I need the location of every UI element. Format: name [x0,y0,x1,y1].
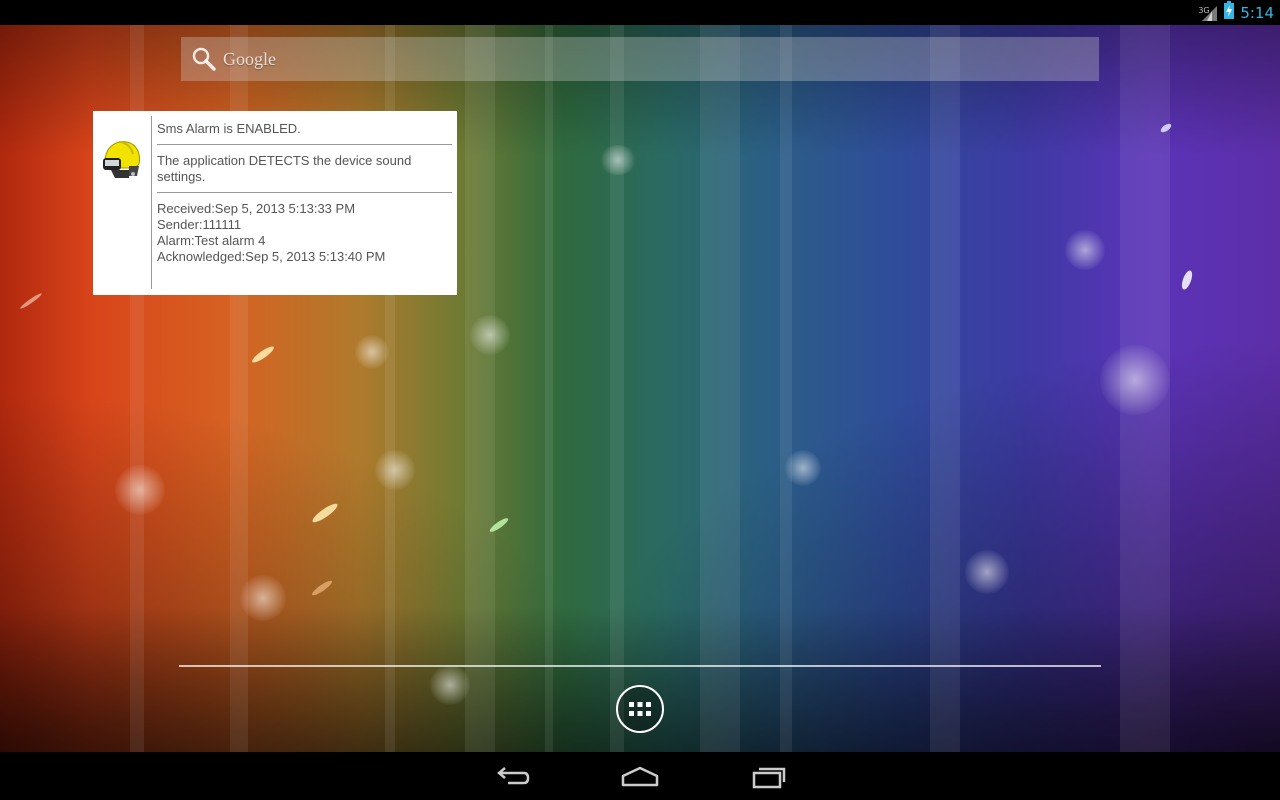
divider [157,144,452,145]
alarm-name-text: Alarm:Test alarm 4 [157,233,266,248]
back-button[interactable] [484,760,540,794]
divider [157,192,452,193]
alarm-status-text: Sms Alarm is ENABLED. [157,121,301,136]
acknowledged-text: Acknowledged:Sep 5, 2013 5:13:40 PM [157,249,386,264]
recent-apps-button[interactable] [741,760,797,794]
recent-apps-icon [752,767,786,789]
back-icon [497,767,530,785]
sms-alarm-widget[interactable]: Sms Alarm is ENABLED. The application DE… [93,111,457,295]
clock: 5:14 [1240,3,1274,22]
battery-charging-icon [1224,1,1235,24]
home-icon [621,766,659,787]
sound-settings-text-line-1: The application DETECTS the device sound [157,153,412,168]
search-icon [192,47,216,71]
navigation-bar [0,752,1280,800]
google-search-bar[interactable]: Google [181,37,1099,81]
widget-content: Sms Alarm is ENABLED. The application DE… [157,121,452,265]
network-type-label: 3G [1198,5,1210,15]
received-text: Received:Sep 5, 2013 5:13:33 PM [157,201,356,216]
sound-settings-text-line-2: settings. [157,169,206,184]
dock-divider [179,665,1101,667]
signal-icon: 3G [1198,4,1218,22]
all-apps-grid-icon [629,702,651,716]
firefighter-helmet-icon [103,141,140,178]
status-bar: 3G 5:14 [0,0,1280,25]
home-screen: 3G 5:14 Google Sms Alarm is ENABLED. The… [0,0,1280,800]
all-apps-button[interactable] [616,685,664,733]
sender-text: Sender:111111 [157,217,242,232]
widget-icon-column [93,116,152,289]
search-label: Google [223,48,276,69]
status-icons: 3G 5:14 [1198,0,1274,25]
home-button[interactable] [612,760,668,794]
